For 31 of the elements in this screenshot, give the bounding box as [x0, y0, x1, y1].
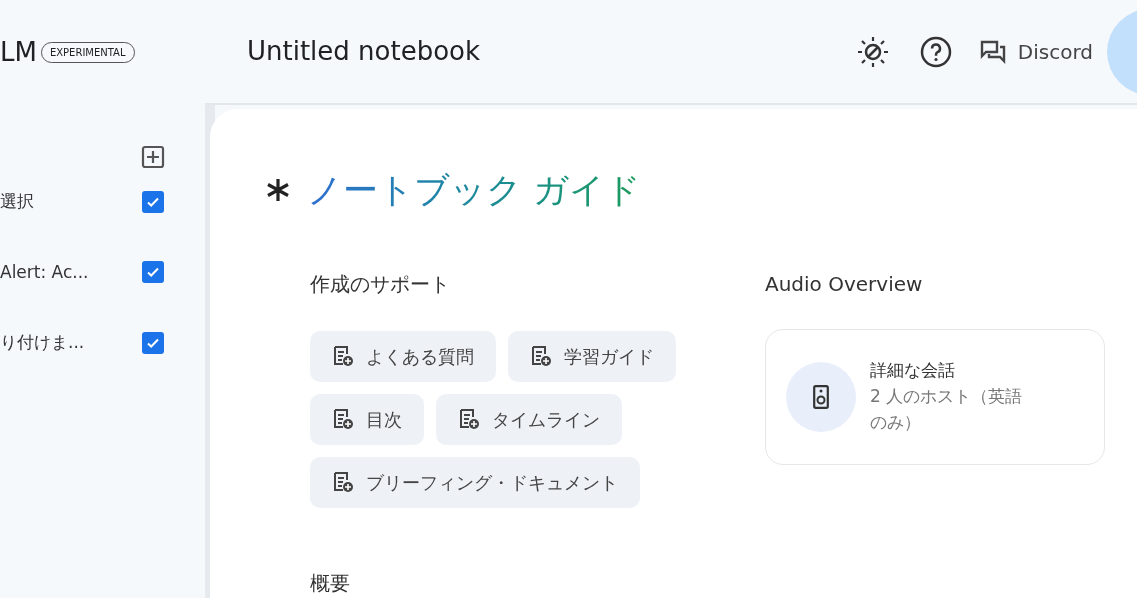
section-heading: 作成のサポート	[310, 270, 450, 298]
guide-chip[interactable]: タイムライン	[436, 393, 622, 445]
source-label: Alert: Ac...	[0, 260, 89, 284]
guide-chip[interactable]: 学習ガイド	[508, 330, 676, 382]
discord-button[interactable]: Discord	[979, 36, 1093, 67]
help-icon[interactable]	[919, 35, 952, 68]
note-add-icon	[332, 471, 354, 493]
audio-card-subtitle: 2 人のホスト（英語のみ）	[870, 385, 1024, 435]
guide-chip[interactable]: 目次	[310, 393, 424, 445]
add-square-icon[interactable]	[141, 145, 165, 169]
note-add-icon	[332, 345, 354, 367]
notebook-title: Untitled notebook	[247, 35, 482, 68]
note-add-icon	[332, 408, 354, 430]
source-checkbox[interactable]	[142, 190, 164, 213]
section-heading: Audio Overview	[765, 270, 923, 298]
chat-bubbles-icon	[979, 39, 1006, 64]
app-logo-text: LM	[0, 36, 37, 69]
audio-card[interactable]: 詳細な会話 2 人のホスト（英語のみ）	[765, 328, 1105, 465]
source-label: り付けま...	[0, 331, 85, 354]
note-add-icon	[458, 408, 480, 430]
source-checkbox[interactable]	[142, 331, 164, 354]
source-label: 選択	[0, 190, 34, 213]
source-checkbox[interactable]	[142, 261, 164, 284]
section-heading: 概要	[310, 569, 350, 597]
asterisk-icon	[265, 177, 291, 204]
note-add-icon	[530, 345, 552, 367]
guide-chip[interactable]: ブリーフィング・ドキュメント	[310, 456, 640, 508]
theme-toggle-icon[interactable]	[855, 34, 890, 69]
audio-card-title: 詳細な会話	[870, 358, 956, 382]
speaker-icon	[813, 384, 829, 409]
guide-chip[interactable]: よくある質問	[310, 330, 496, 382]
